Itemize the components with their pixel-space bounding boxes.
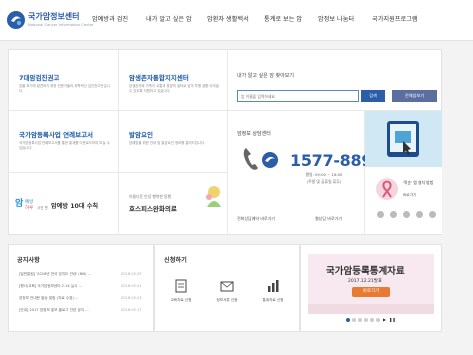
- cell-title: 국가암등록사업 연례보고서: [19, 131, 94, 139]
- counsel-hours: 평일: 09:00 ~ 18:00: [305, 172, 343, 177]
- prevention-logo-icon: 암 예방 하루 사진 편: [15, 197, 48, 211]
- site-logo[interactable]: 국가암정보센터 National Cancer Information Cent…: [6, 8, 94, 34]
- app-promo-banner[interactable]: [365, 111, 442, 167]
- banner-pagination: ▶ ❚❚: [346, 317, 406, 324]
- banner-decoration: [308, 304, 434, 314]
- notice-date: 2018.05.23: [121, 296, 142, 300]
- youtube-icon[interactable]: [416, 211, 423, 218]
- pagination-dot[interactable]: [352, 318, 356, 322]
- cell-survivor-center[interactable]: 암생존자통합지지센터 암생존자와 가족이 교통과 휴양의 쉼터로 암의 투병 생…: [119, 50, 227, 110]
- notice-date: 2018.05.01: [121, 284, 142, 288]
- pagination-dot[interactable]: [358, 318, 362, 322]
- cell-desc: 암을 조기에 발견하기 위한 전문가들의 과학적인 검진권고안입니다.: [19, 84, 110, 93]
- cell-subtitle: 아름다운 안녕 행복한 동행: [129, 194, 172, 199]
- banner-go-button[interactable]: 바로가기: [352, 287, 390, 297]
- cell-desc: 암예방을 위한 안내 및 발암요인 정보를 알려드립니다.: [129, 141, 206, 145]
- banner-title: 국가암등록통계자료: [326, 266, 405, 277]
- kakao-icon[interactable]: [429, 211, 436, 218]
- apply-title: 신청하기: [164, 257, 187, 264]
- quick-link-grid: 7대암검진권고 암을 조기에 발견하기 위한 전문가들의 과학적인 검진권고안입…: [8, 49, 443, 235]
- nav-info-sharing[interactable]: 암정보 나눔터: [318, 14, 354, 23]
- svg-text:하루: 하루: [25, 204, 33, 211]
- nav-statistics[interactable]: 통계로 보는 암: [264, 14, 302, 23]
- play-icon[interactable]: ▶: [383, 317, 386, 322]
- counsel-title: 암정보 상담센터: [237, 131, 271, 137]
- nav-cancer-prevention[interactable]: 암예방과 검진: [92, 14, 128, 23]
- counsel-logo-icon: [262, 152, 278, 168]
- education-material-icon: [175, 279, 187, 293]
- pagination-dot[interactable]: [364, 318, 368, 322]
- nav-national-support[interactable]: 국가지원프로그램: [372, 14, 418, 23]
- pagination-dot[interactable]: [376, 318, 380, 322]
- notice-item[interactable]: [일반알림] '2018년 전국 암지도 안내' (NN) ...: [19, 272, 91, 277]
- cell-desc: 국가암등록사업 연례보고서를 통한 통계를 다운로드하여 보실 수 있습니다.: [19, 141, 110, 150]
- apply-info-button[interactable]: 정보서류 신청: [211, 279, 243, 315]
- cell-title: 7대암검진권고: [19, 74, 60, 82]
- logo-title: 국가암정보센터: [28, 12, 80, 21]
- twitter-icon[interactable]: [390, 211, 397, 218]
- tablet-illustration-icon: [387, 121, 419, 157]
- app-install-text: '뚝순' 앱 설치 방법: [403, 180, 434, 185]
- phone-icon: [243, 148, 258, 170]
- app-install-panel[interactable]: '뚝순' 앱 설치 방법 바로가기: [365, 167, 442, 234]
- apply-label: 교육자료 신청: [170, 298, 192, 302]
- apply-statistics-button[interactable]: 통계자료 신청: [257, 279, 289, 315]
- cell-annual-report[interactable]: 국가암등록사업 연례보고서 국가암등록사업 연례보고서를 통한 통계를 다운로드…: [9, 111, 118, 172]
- sns-icons: [377, 211, 437, 219]
- svg-text:예방: 예방: [25, 198, 33, 205]
- blog-icon[interactable]: [403, 211, 410, 218]
- cell-title: 암생존자통합지지센터: [129, 74, 189, 82]
- pagination-dot[interactable]: [370, 318, 374, 322]
- cell-prevention-rules[interactable]: 암 예방 하루 사진 편 암예방 10대 수칙: [9, 173, 118, 234]
- info-document-icon: [220, 281, 234, 292]
- app-ribbon-icon: [376, 178, 398, 200]
- apply-education-button[interactable]: 교육자료 신청: [165, 279, 197, 315]
- notice-item[interactable]: 암정보 안내문 발송 알림 (자료 수정) ...: [19, 296, 78, 301]
- counsel-hours-note: (주말 및 공휴일 휴무): [306, 179, 342, 184]
- notice-date: 2018.05.17: [121, 308, 142, 312]
- header: 국가암정보센터 National Cancer Information Cent…: [0, 0, 473, 40]
- svg-text:암: 암: [15, 197, 24, 209]
- notice-item[interactable]: [행사/교육] 국가암정보센터 2.14 실시 ...: [19, 284, 82, 289]
- app-install-link[interactable]: 바로가기: [403, 193, 416, 198]
- cell-cancer-screening[interactable]: 7대암검진권고 암을 조기에 발견하기 위한 전문가들의 과학적인 검진권고안입…: [9, 50, 118, 110]
- all-cancers-button[interactable]: 전체암보기: [392, 90, 437, 102]
- logo-mark-icon: [7, 11, 25, 29]
- notice-panel: 공지사항 [일반알림] '2018년 전국 암지도 안내' (NN) ... 2…: [8, 244, 154, 332]
- facebook-icon[interactable]: [377, 211, 384, 218]
- cell-title: 호스피스완화의료: [129, 205, 177, 213]
- apply-panel: 신청하기 교육자료 신청 정보서류 신청 통계자료 신청: [154, 244, 300, 332]
- search-button[interactable]: 검색: [361, 90, 385, 102]
- cell-carcinogens[interactable]: 발암요인 암예방을 위한 안내 및 발암요인 정보를 알려드립니다.: [119, 111, 227, 172]
- search-label: 내가 알고 싶은 암 찾아보기: [237, 73, 294, 79]
- statistics-banner[interactable]: 국가암등록통계자료 2017.12.21발표 바로가기: [308, 254, 434, 314]
- banner-panel: 국가암등록통계자료 2017.12.21발표 바로가기 ▶ ❚❚: [300, 244, 442, 332]
- svg-text:사진 편: 사진 편: [37, 205, 48, 210]
- nav-patient-life[interactable]: 암환자 생활백서: [207, 14, 249, 23]
- notice-title[interactable]: 공지사항: [17, 255, 40, 264]
- statistics-chart-icon: [268, 280, 279, 292]
- notice-item[interactable]: [안내] 2017 암정보 흥보 블로그 관련 공지 ...: [19, 308, 89, 313]
- divider: [227, 50, 228, 234]
- cancer-search-input[interactable]: [237, 90, 359, 102]
- cell-title: 발암요인: [129, 131, 153, 139]
- logo-subtitle: National Cancer Information Center: [28, 23, 94, 27]
- pause-icon[interactable]: ❚❚: [389, 317, 396, 322]
- phone-reservation-link[interactable]: 전화상담예약 바로가기: [237, 216, 275, 222]
- pagination-dot[interactable]: [346, 318, 350, 322]
- cell-desc: 암생존자와 가족이 교통과 휴양의 쉼터로 암의 투병 생활 이겨낼 수 있도록…: [129, 84, 219, 93]
- cell-title: 암예방 10대 수칙: [51, 203, 99, 210]
- notice-date: 2018.05.25: [121, 272, 142, 276]
- banner-date: 2017.12.21발표: [348, 279, 383, 284]
- cell-hospice[interactable]: 아름다운 안녕 행복한 동행 호스피스완화의료: [119, 173, 227, 234]
- web-counsel-link[interactable]: 웹상담 바로가기: [315, 216, 342, 222]
- apply-label: 통계자료 신청: [262, 298, 284, 302]
- apply-label: 정보서류 신청: [216, 298, 238, 302]
- nav-cancer-types[interactable]: 내가 알고 싶은 암: [146, 14, 192, 23]
- hospice-illustration-icon: [206, 186, 221, 207]
